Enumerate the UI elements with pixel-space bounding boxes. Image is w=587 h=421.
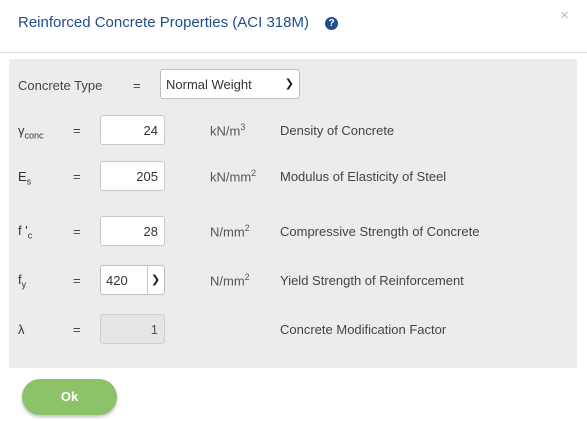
concrete-type-equals: = <box>133 78 141 93</box>
modulus-symbol: Es <box>18 169 32 187</box>
modification-factor-symbol: λ <box>18 322 25 337</box>
dialog-title: Reinforced Concrete Properties (ACI 318M… <box>18 14 309 31</box>
modulus-unit: kN/mm2 <box>210 168 257 185</box>
compressive-strength-unit: N/mm2 <box>210 223 250 240</box>
concrete-properties-dialog: Reinforced Concrete Properties (ACI 318M… <box>0 0 587 421</box>
modification-factor-input <box>100 314 165 344</box>
help-icon[interactable]: ? <box>325 17 338 30</box>
concrete-type-label: Concrete Type <box>18 78 103 93</box>
density-description: Density of Concrete <box>280 123 395 138</box>
density-equals: = <box>73 123 81 138</box>
yield-strength-value: 420 <box>106 273 128 288</box>
select-divider <box>147 266 148 294</box>
yield-strength-select[interactable]: 420 ❯ <box>100 265 165 295</box>
modulus-description: Modulus of Elasticity of Steel <box>280 169 447 184</box>
concrete-type-select[interactable]: Normal Weight ❯ <box>160 69 300 99</box>
density-symbol: γconc <box>18 123 44 141</box>
concrete-type-selected: Normal Weight <box>166 77 252 92</box>
properties-panel: Concrete Type = Normal Weight ❯ γconc = … <box>9 59 577 368</box>
compressive-strength-input[interactable] <box>100 216 165 246</box>
compressive-strength-description: Compressive Strength of Concrete <box>280 224 480 239</box>
ok-button[interactable]: Ok <box>22 379 117 415</box>
density-unit: kN/m3 <box>210 122 246 139</box>
chevron-down-icon: ❯ <box>151 274 161 286</box>
yield-strength-equals: = <box>73 273 81 288</box>
yield-strength-unit: N/mm2 <box>210 272 250 289</box>
yield-strength-description: Yield Strength of Reinforcement <box>280 273 464 288</box>
modulus-equals: = <box>73 169 81 184</box>
modulus-input[interactable] <box>100 161 165 191</box>
close-icon[interactable]: × <box>560 7 569 24</box>
dialog-header: Reinforced Concrete Properties (ACI 318M… <box>0 0 587 53</box>
chevron-down-icon: ❯ <box>284 78 294 90</box>
modification-factor-description: Concrete Modification Factor <box>280 322 447 337</box>
modification-factor-equals: = <box>73 322 81 337</box>
yield-strength-symbol: fy <box>18 272 27 290</box>
compressive-strength-equals: = <box>73 224 81 239</box>
compressive-strength-symbol: f 'c <box>18 223 33 241</box>
density-input[interactable] <box>100 115 165 145</box>
